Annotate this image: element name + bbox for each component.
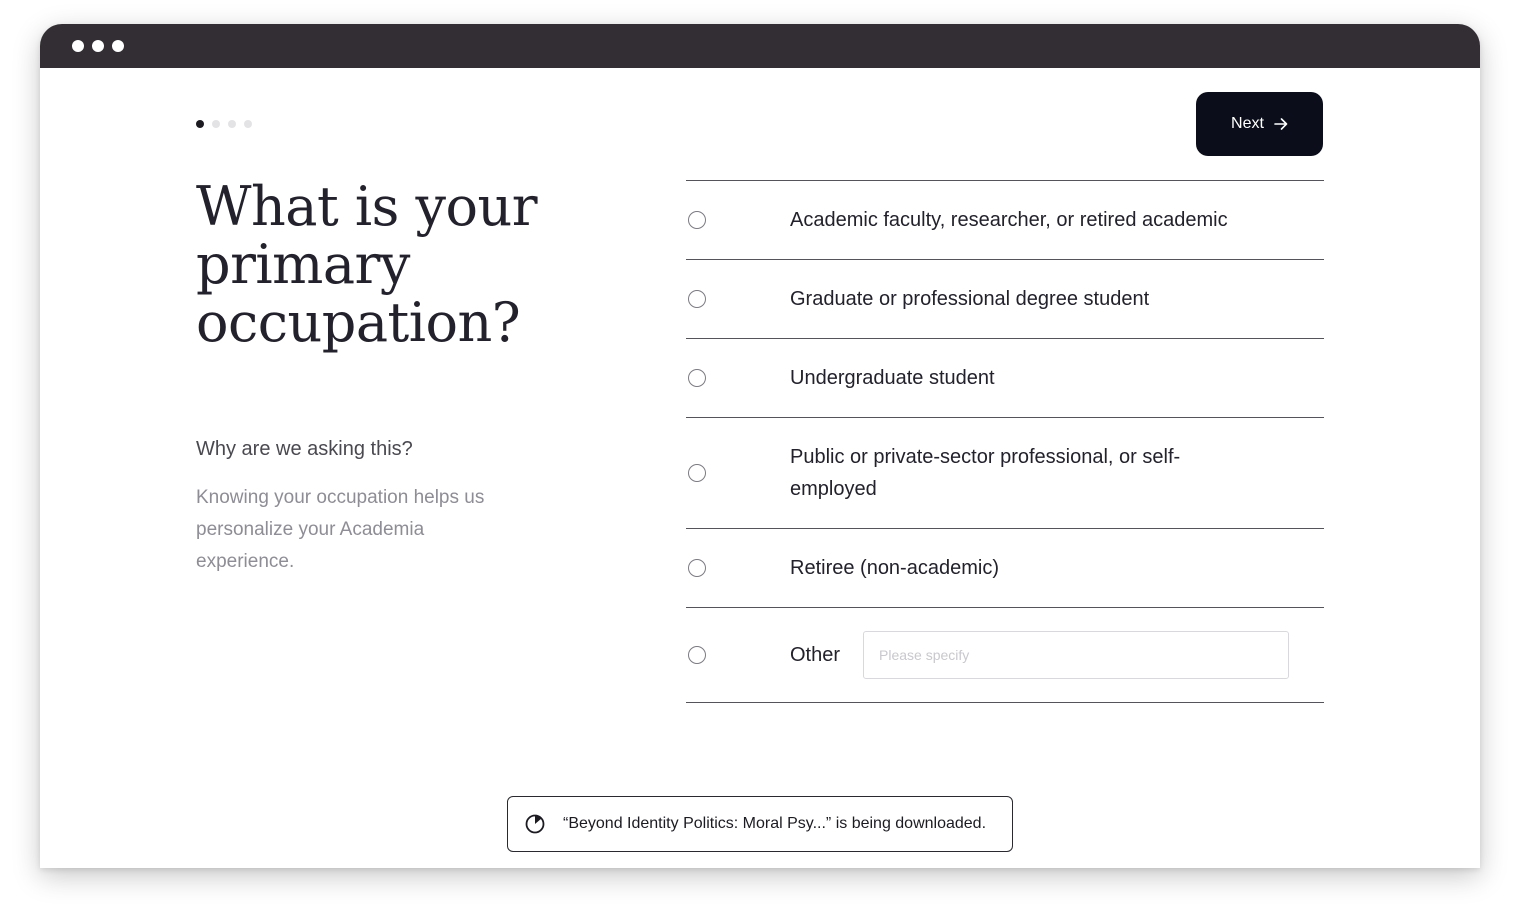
- option-academic-faculty[interactable]: Academic faculty, researcher, or retired…: [686, 181, 1324, 260]
- radio-button[interactable]: [688, 559, 706, 577]
- window-titlebar: [40, 24, 1480, 68]
- progress-dot: [244, 120, 252, 128]
- radio-button[interactable]: [688, 464, 706, 482]
- option-label: Other: [790, 644, 841, 666]
- option-professional[interactable]: Public or private-sector professional, o…: [686, 418, 1324, 529]
- progress-spinner-icon: [525, 814, 545, 834]
- download-toast: “Beyond Identity Politics: Moral Psy...”…: [507, 796, 1013, 852]
- option-label: Undergraduate student: [790, 367, 995, 389]
- radio-button[interactable]: [688, 211, 706, 229]
- progress-dot-active: [196, 120, 204, 128]
- window-control-dot[interactable]: [112, 40, 124, 52]
- progress-dot: [228, 120, 236, 128]
- page-title: What is your primary occupation?: [196, 175, 538, 354]
- next-button[interactable]: Next: [1196, 92, 1323, 156]
- option-label: Public or private-sector professional, o…: [790, 446, 1181, 500]
- option-other[interactable]: Other: [686, 608, 1324, 703]
- browser-window: Next What is your primary occupation? Wh…: [40, 24, 1480, 868]
- radio-button[interactable]: [688, 290, 706, 308]
- option-label: Academic faculty, researcher, or retired…: [790, 209, 1228, 231]
- radio-button[interactable]: [688, 369, 706, 387]
- radio-button[interactable]: [688, 646, 706, 664]
- option-retiree[interactable]: Retiree (non-academic): [686, 529, 1324, 608]
- option-label: Graduate or professional degree student: [790, 288, 1150, 310]
- arrow-right-icon: [1274, 118, 1288, 130]
- option-undergraduate-student[interactable]: Undergraduate student: [686, 339, 1324, 418]
- window-control-dot[interactable]: [92, 40, 104, 52]
- next-button-label: Next: [1231, 115, 1264, 132]
- toast-message: “Beyond Identity Politics: Moral Psy...”…: [563, 815, 987, 832]
- progress-dot: [212, 120, 220, 128]
- why-asking-heading: Why are we asking this?: [196, 438, 413, 460]
- option-graduate-student[interactable]: Graduate or professional degree student: [686, 260, 1324, 339]
- option-label: Retiree (non-academic): [790, 557, 999, 579]
- occupation-options-list: Academic faculty, researcher, or retired…: [686, 180, 1324, 703]
- window-control-dot[interactable]: [72, 40, 84, 52]
- onboarding-page: Next What is your primary occupation? Wh…: [40, 68, 1480, 868]
- other-specify-input[interactable]: [863, 631, 1289, 679]
- why-asking-explanation: Knowing your occupation helps us persona…: [196, 487, 485, 572]
